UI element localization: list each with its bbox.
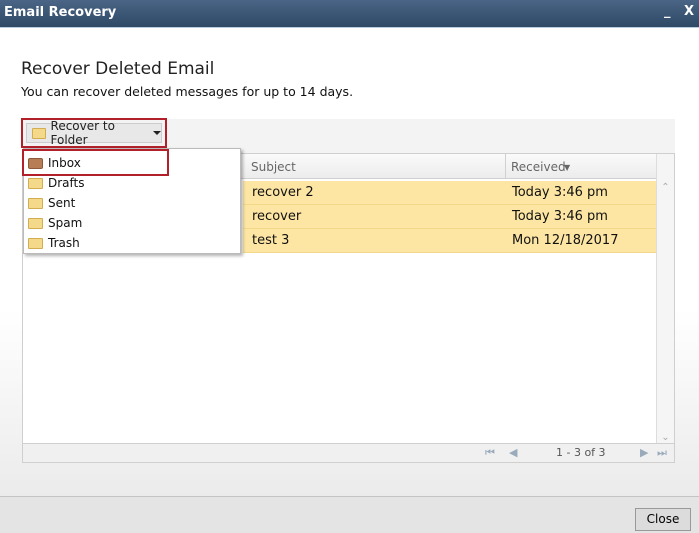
window-title: Email Recovery [4, 5, 117, 20]
table-row[interactable]: test 3 Mon 12/18/2017 [243, 229, 657, 253]
close-window-button[interactable]: X [684, 4, 694, 19]
page-subtitle: You can recover deleted messages for up … [21, 84, 354, 99]
dialog-body: Recover Deleted Email You can recover de… [0, 28, 699, 496]
scroll-up-icon[interactable]: ⌃ [657, 182, 674, 193]
folder-icon [28, 197, 43, 209]
row-subject: recover [252, 209, 302, 224]
recover-label: Recover to Folder [50, 119, 115, 147]
folder-icon [28, 217, 43, 229]
menu-item-label: Trash [48, 236, 80, 250]
inbox-icon [28, 157, 43, 169]
minimize-button[interactable]: _ [664, 4, 671, 19]
first-page-icon[interactable]: ⏮ [485, 446, 495, 460]
title-bar: Email Recovery _ X [0, 0, 699, 28]
row-subject: test 3 [252, 233, 290, 248]
column-subject[interactable]: Subject [251, 160, 296, 174]
menu-item-sent[interactable]: Sent [28, 193, 75, 213]
page-info: 1 - 3 of 3 [556, 446, 606, 459]
folder-icon [28, 237, 43, 249]
folder-icon [28, 177, 43, 189]
last-page-icon[interactable]: ⏭ [657, 446, 667, 460]
row-received: Mon 12/18/2017 [512, 233, 619, 248]
scroll-down-icon[interactable]: ⌄ [657, 432, 674, 443]
page-title: Recover Deleted Email [21, 59, 215, 79]
menu-item-label: Inbox [48, 156, 81, 170]
close-button[interactable]: Close [635, 508, 691, 531]
vertical-scrollbar[interactable]: ⌃ ⌄ [656, 154, 674, 445]
menu-item-label: Sent [48, 196, 76, 210]
menu-item-trash[interactable]: Trash [28, 233, 80, 253]
column-received[interactable]: Received [511, 160, 566, 174]
row-received: Today 3:46 pm [512, 209, 608, 224]
menu-item-inbox[interactable]: Inbox [28, 153, 81, 173]
table-row[interactable]: recover Today 3:46 pm [243, 205, 657, 229]
row-subject: recover 2 [252, 185, 314, 200]
sort-desc-icon: ▼ [564, 163, 571, 172]
pager: ⏮ ◀ 1 - 3 of 3 ▶ ⏭ [23, 443, 674, 462]
prev-page-icon[interactable]: ◀ [509, 446, 517, 459]
menu-item-spam[interactable]: Spam [28, 213, 82, 233]
next-page-icon[interactable]: ▶ [640, 446, 648, 459]
dialog-footer: Close [0, 496, 699, 533]
folder-icon [32, 127, 46, 139]
menu-item-drafts[interactable]: Drafts [28, 173, 85, 193]
recover-to-folder-button[interactable]: Recover to Folder [21, 118, 167, 148]
menu-item-label: Spam [48, 216, 83, 230]
folder-menu: Inbox Drafts Sent Spam Trash [22, 148, 241, 254]
menu-item-label: Drafts [48, 176, 85, 190]
chevron-down-icon [153, 131, 161, 135]
table-row[interactable]: recover 2 Today 3:46 pm [243, 181, 657, 205]
row-received: Today 3:46 pm [512, 185, 608, 200]
